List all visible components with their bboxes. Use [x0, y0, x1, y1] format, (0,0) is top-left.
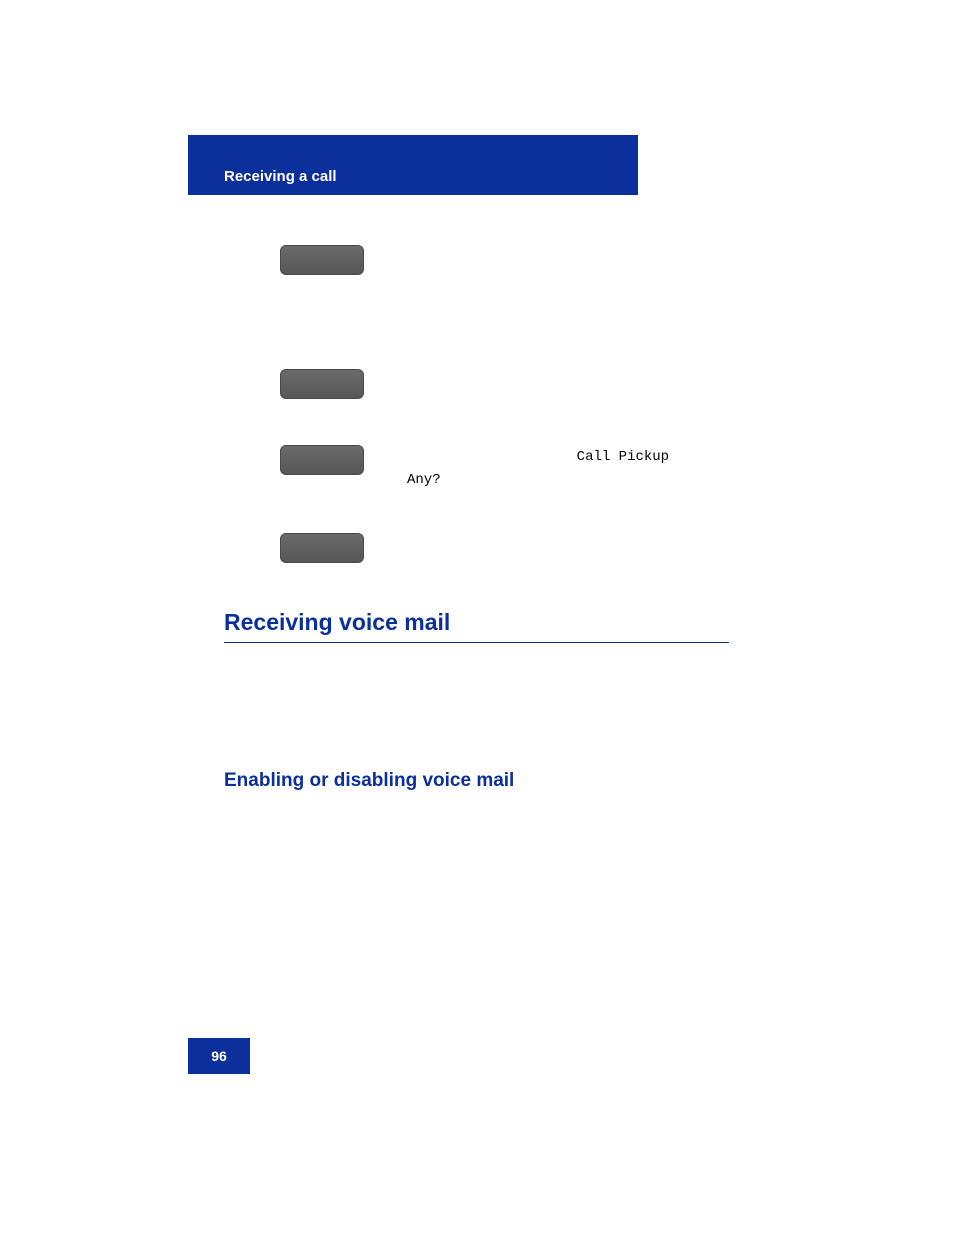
step-num: 1. [379, 247, 391, 263]
step-4-text: 4. Press the Enter soft key. [379, 533, 733, 554]
step-1-text: 1. Press the Ftr soft key three times to… [379, 245, 733, 287]
step-body: Press the Enter soft key. [395, 535, 546, 551]
step-4: 4. Press the Enter soft key. [224, 533, 733, 563]
mono-text-2: Any? [407, 472, 441, 488]
step-num: 4. [379, 535, 391, 551]
step-3: 3. Press the Enter soft key until Call P… [224, 445, 733, 491]
mono-text-1: Call Pickup [577, 449, 669, 465]
page-number: 96 [188, 1038, 250, 1074]
subsection-body: You can enable or disable your voice mai… [224, 806, 729, 828]
soft-key-button [280, 445, 364, 475]
soft-key-button [280, 533, 364, 563]
soft-key-button [280, 369, 364, 399]
section-title: Receiving voice mail [224, 609, 729, 643]
step-3-text: 3. Press the Enter soft key until Call P… [379, 445, 733, 491]
content-area: 1. Press the Ftr soft key three times to… [188, 195, 733, 563]
step-num: 2. [379, 371, 391, 387]
step-1: 1. Press the Ftr soft key three times to… [224, 245, 733, 287]
step-num: 3. [379, 447, 391, 463]
section-body: You can set up a voice mail that enables… [224, 661, 729, 728]
step-body: Press the Ftr soft key three times to op… [379, 247, 702, 284]
soft-key-button [280, 245, 364, 275]
step-2-text: 2. Press the Enter soft key. [379, 369, 733, 390]
header-title: Receiving a call [224, 168, 337, 185]
step-body: Press the Enter soft key. [395, 371, 546, 387]
step-2: 2. Press the Enter soft key. [224, 369, 733, 399]
subsection-title: Enabling or disabling voice mail [224, 770, 733, 792]
header-band: Receiving a call [188, 135, 638, 195]
